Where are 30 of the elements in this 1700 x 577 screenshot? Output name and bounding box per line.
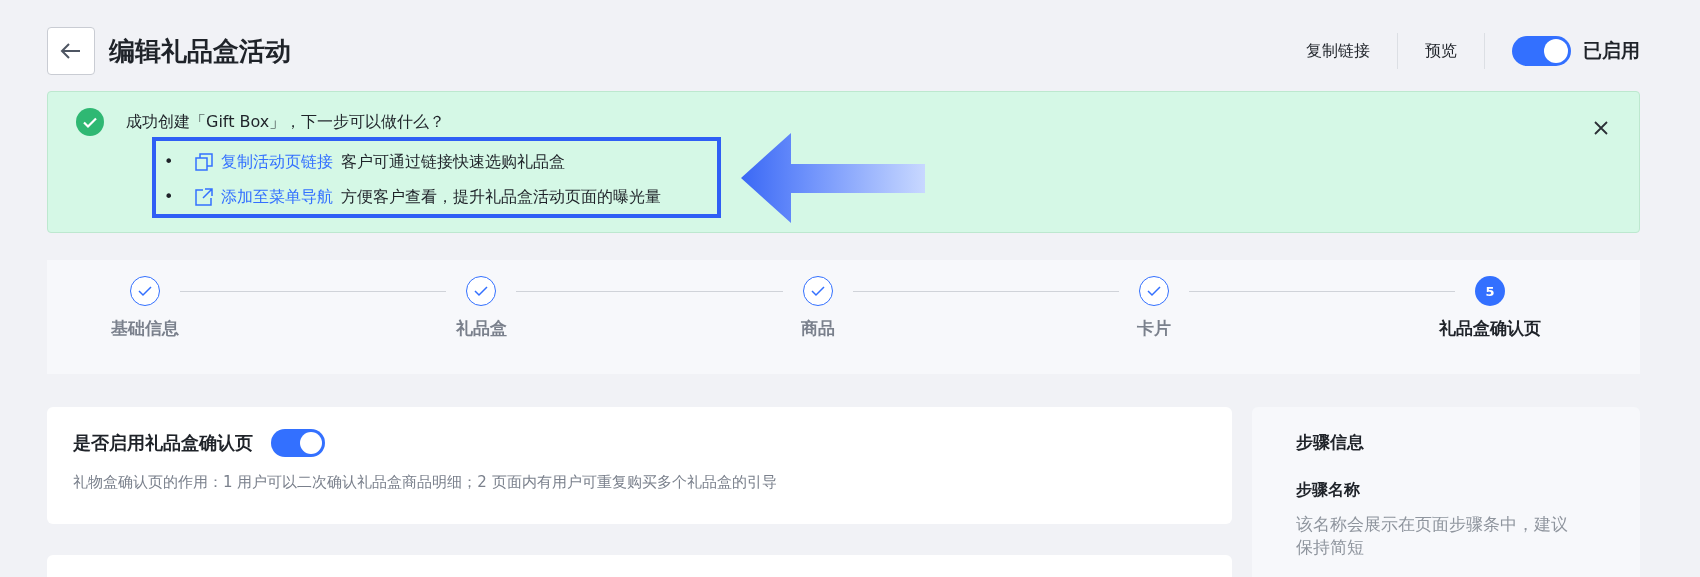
back-button[interactable] (47, 27, 95, 75)
setting-label: 是否启用礼品盒确认页 (73, 431, 253, 455)
page-title: 编辑礼品盒活动 (109, 34, 292, 68)
status-label: 已启用 (1583, 38, 1640, 63)
action-description: 客户可通过链接快速选购礼品盒 (341, 151, 566, 173)
action-link[interactable]: 复制活动页链接 (221, 144, 334, 179)
step-label[interactable]: 礼品盒确认页 (1439, 317, 1541, 340)
step-label[interactable]: 商品 (800, 317, 835, 340)
action-description: 方便客户查看，提升礼品盒活动页面的曝光量 (341, 186, 662, 208)
close-icon[interactable] (1593, 120, 1609, 136)
field-hint: 该名称会展示在页面步骤条中，建议保持简短 (1296, 513, 1569, 559)
field-label: 步骤名称 (1296, 480, 1361, 501)
panel-title: 步骤信息 (1296, 431, 1365, 454)
back-arrow-icon (60, 42, 82, 60)
action-link[interactable]: 添加至菜单导航 (221, 179, 334, 214)
bullet: • (164, 186, 174, 208)
step-label[interactable]: 基础信息 (111, 317, 179, 340)
step-number: 5 (1475, 276, 1505, 306)
step-label[interactable]: 卡片 (1136, 317, 1171, 340)
preview-link[interactable]: 预览 (1398, 40, 1484, 62)
success-message: 成功创建「Gift Box」，下一步可以做什么？ (126, 111, 446, 133)
copy-link[interactable]: 复制链接 (1279, 40, 1397, 62)
setting-description: 礼物盒确认页的作用：1 用户可以二次确认礼品盒商品明细；2 页面内有用户可重复购买多个礼品盒的引导 (73, 473, 778, 492)
success-check-icon (76, 108, 104, 136)
bullet: • (164, 151, 174, 173)
toggle-switch[interactable] (1512, 36, 1571, 66)
external-link-icon (195, 187, 214, 206)
step-label[interactable]: 礼品盒 (455, 317, 507, 340)
toggle-switch[interactable] (271, 429, 325, 457)
copy-icon (195, 152, 214, 171)
